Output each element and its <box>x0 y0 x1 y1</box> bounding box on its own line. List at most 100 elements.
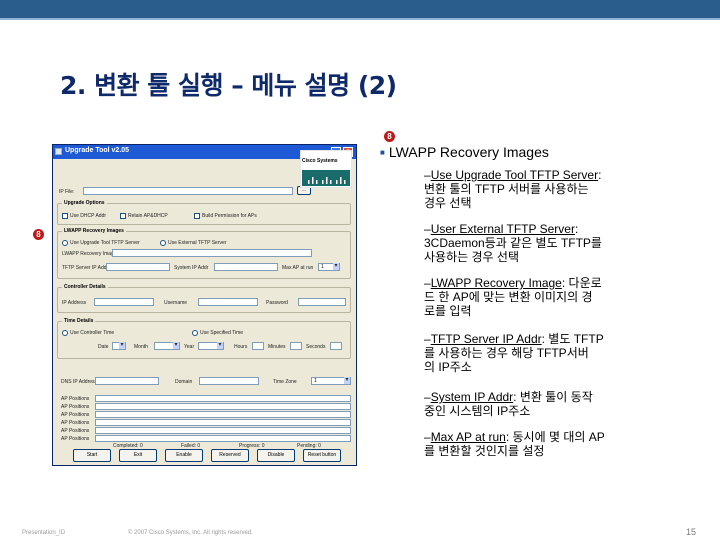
note-text: 사용하는 경우 선택 <box>424 250 519 264</box>
note-item: –System IP Addr: 변환 툴이 동작 중인 시스템의 IP주소 <box>424 390 593 418</box>
tftp-ip-field[interactable] <box>106 263 170 271</box>
footer-presentation-id: Presentation_ID <box>22 530 66 536</box>
ap-position-field[interactable] <box>95 427 351 434</box>
timezone-dropdown[interactable]: 1 <box>311 377 351 385</box>
note-text: : 동시에 몇 대의 AP <box>505 430 605 444</box>
note-text: 의 IP주소 <box>424 360 472 374</box>
retain-option-label: Retain AP&DHCP <box>128 213 168 219</box>
seconds-label: Seconds <box>306 344 326 350</box>
ap-position-label: AP Positions <box>61 420 90 426</box>
note-item: –LWAPP Recovery Image: 다운로 드 한 AP에 맞는 변환 … <box>424 276 602 318</box>
ap-position-label: AP Positions <box>61 428 90 434</box>
completed-count: Completed: 0 <box>113 443 143 449</box>
time-group-label: Time Details <box>62 318 96 324</box>
cisco-logo: Cisco Systems <box>299 149 353 189</box>
ap-position-label: AP Positions <box>61 396 90 402</box>
ap-position-field[interactable] <box>95 403 351 410</box>
system-ip-field[interactable] <box>214 263 278 271</box>
ap-position-field[interactable] <box>95 419 351 426</box>
domain-field[interactable] <box>199 377 259 385</box>
failed-count: Failed: 0 <box>181 443 201 449</box>
controller-time-radio[interactable] <box>62 330 68 336</box>
marker-8-right: 8 <box>384 131 395 142</box>
use-external-radio[interactable] <box>160 240 166 246</box>
dhcp-option-label: Use DHCP Addr <box>70 213 107 219</box>
dns-ip-label: DNS IP Address <box>61 379 98 385</box>
reset-button[interactable]: Reset button <box>303 449 341 462</box>
use-external-label: Use External TFTP Server <box>168 240 227 246</box>
note-item: –Use Upgrade Tool TFTP Server: 변환 툴의 TFTP… <box>424 168 602 210</box>
password-label: Password <box>266 300 288 306</box>
tftp-ip-label: TFTP Server IP Addr <box>62 265 109 271</box>
start-button[interactable]: Start <box>73 449 111 462</box>
upgrade-options-label: Upgrade Options <box>62 200 107 206</box>
pending-count: Pending: 0 <box>297 443 321 449</box>
minutes-label: Minutes <box>268 344 286 350</box>
marker-8-left: 8 <box>33 229 44 240</box>
system-ip-label: System IP Addr <box>174 265 209 271</box>
cisco-logo-text: Cisco Systems <box>302 158 338 164</box>
note-text: : 별도 TFTP <box>541 332 604 346</box>
hours-field[interactable] <box>252 342 264 350</box>
max-ap-dropdown[interactable]: 1 <box>318 263 340 271</box>
upgrade-tool-window: Upgrade Tool v2.05 _ × IP File: ... Upgr… <box>52 144 357 466</box>
use-upgrade-tool-radio[interactable] <box>62 240 68 246</box>
ap-position-field[interactable] <box>95 411 351 418</box>
note-text: 3CDaemon등과 같은 별도 TFTP를 <box>424 236 602 250</box>
month-label: Month <box>134 344 148 350</box>
top-banner-line <box>0 18 720 20</box>
page-number: 15 <box>686 527 697 537</box>
month-dropdown[interactable] <box>154 342 180 350</box>
ap-position-label: AP Positions <box>61 404 90 410</box>
top-banner <box>0 0 720 18</box>
username-label: Username <box>164 300 188 306</box>
specified-time-label: Use Specified Time <box>200 330 244 336</box>
note-item: –Max AP at run: 동시에 몇 대의 AP 를 변환할 것인지를 설정 <box>424 430 605 458</box>
slide-title: 2. 변환 툴 실행 – 메뉴 설명 (2) <box>60 71 397 100</box>
footer-copyright: © 2007 Cisco Systems, Inc. All rights re… <box>128 530 253 536</box>
password-field[interactable] <box>298 298 346 306</box>
dhcp-checkbox[interactable] <box>62 213 68 219</box>
time-details-group: Time Details Use Controller Time Use Spe… <box>57 318 351 359</box>
note-term: System IP Addr <box>430 390 514 404</box>
permission-checkbox[interactable] <box>194 213 200 219</box>
note-text: 를 사용하는 경우 해당 TFTP서버 <box>424 346 589 360</box>
note-term: User External TFTP Server <box>430 222 575 236</box>
ap-position-label: AP Positions <box>61 436 90 442</box>
reserved-button[interactable]: Reserved <box>211 449 249 462</box>
note-text: 중인 시스템의 IP주소 <box>424 404 531 418</box>
year-dropdown[interactable] <box>198 342 224 350</box>
ap-position-field[interactable] <box>95 435 351 442</box>
seconds-field[interactable] <box>330 342 342 350</box>
controller-time-label: Use Controller Time <box>70 330 115 336</box>
enable-button[interactable]: Enable <box>165 449 203 462</box>
app-icon <box>55 148 62 155</box>
ap-position-label: AP Positions <box>61 412 90 418</box>
recovery-image-field[interactable] <box>112 249 312 257</box>
specified-time-radio[interactable] <box>192 330 198 336</box>
ap-position-field[interactable] <box>95 395 351 402</box>
use-upgrade-tool-label: Use Upgrade Tool TFTP Server <box>70 240 140 246</box>
lwapp-recovery-group: LWAPP Recovery Images Use Upgrade Tool T… <box>57 228 351 279</box>
note-term: LWAPP Recovery Image <box>430 276 562 290</box>
note-text: : <box>598 168 602 182</box>
note-text: 를 변환할 것인지를 설정 <box>424 444 545 458</box>
date-label: Date <box>98 344 109 350</box>
username-field[interactable] <box>198 298 258 306</box>
retain-checkbox[interactable] <box>120 213 126 219</box>
controller-group-label: Controller Details <box>62 284 108 290</box>
exit-button[interactable]: Exit <box>119 449 157 462</box>
minutes-field[interactable] <box>290 342 302 350</box>
progress-count: Progress: 0 <box>239 443 265 449</box>
dns-ip-field[interactable] <box>95 377 159 385</box>
date-dropdown[interactable] <box>112 342 126 350</box>
note-text: : <box>574 222 579 236</box>
ip-file-field[interactable] <box>83 187 293 195</box>
window-title: Upgrade Tool v2.05 <box>65 147 130 154</box>
disable-button[interactable]: Disable <box>257 449 295 462</box>
note-text: 변환 툴의 TFTP 서버를 사용하는 <box>424 182 589 196</box>
note-text: 로를 입력 <box>424 304 472 318</box>
hours-label: Hours <box>234 344 248 350</box>
controller-ip-field[interactable] <box>94 298 154 306</box>
note-term: Max AP at run <box>430 430 506 444</box>
